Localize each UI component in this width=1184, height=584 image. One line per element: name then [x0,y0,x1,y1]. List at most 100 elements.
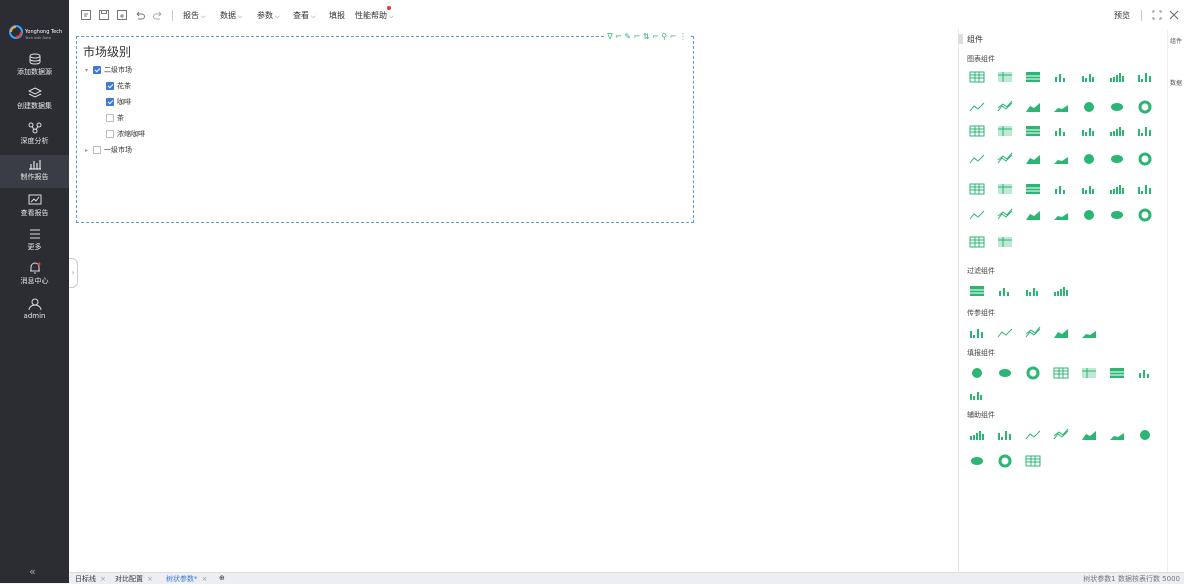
component-icon[interactable] [1053,326,1069,340]
component-icon[interactable] [997,208,1013,222]
component-icon[interactable] [1081,152,1097,166]
tree-node-flower-tea[interactable]: 花茶 [106,81,131,91]
tree-node-level2[interactable]: ▾ 二级市场 [85,65,132,75]
component-icon[interactable] [1053,366,1069,380]
component-icon[interactable] [1109,366,1125,380]
menu-param[interactable]: 参数 ⌵ [257,10,280,21]
menu-view[interactable]: 查看 ⌵ [293,10,316,21]
menu-report[interactable]: 报告 ⌵ [183,10,206,21]
component-icon[interactable] [1053,124,1069,138]
component-icon[interactable] [1081,100,1097,114]
tree-filter-widget[interactable]: 市场级别 ∇ ⌐ ✎ ⌐ ⇅ ⌐ ⚲ ⌐ ⋮ ▾ 二级市场 花茶 咖啡 茶 浓缩咖… [76,32,694,223]
add-tab-icon[interactable]: ⊕ [219,574,225,582]
redo-icon[interactable] [152,9,164,21]
component-icon[interactable] [1137,182,1153,196]
component-icon[interactable] [1137,208,1153,222]
component-icon[interactable] [1025,124,1041,138]
component-icon[interactable] [997,70,1013,84]
component-icon[interactable] [1025,454,1041,468]
component-icon[interactable] [969,70,985,84]
component-icon[interactable] [1081,428,1097,442]
component-icon[interactable] [997,454,1013,468]
save-as-icon[interactable] [116,9,128,21]
expand-arrow-icon[interactable]: ▸ [85,147,93,154]
component-icon[interactable] [1025,428,1041,442]
checkbox[interactable] [106,98,114,106]
component-icon[interactable] [997,366,1013,380]
sidebar-item-create-dataset[interactable]: 创建数据集 [0,87,69,111]
tree-node-tea[interactable]: 茶 [106,113,124,123]
sidebar-item-deep-analysis[interactable]: 深度分析 [0,122,69,146]
component-icon[interactable] [1137,152,1153,166]
component-icon[interactable] [1025,152,1041,166]
checkbox[interactable] [106,114,114,122]
component-icon[interactable] [1137,428,1153,442]
menu-fill[interactable]: 填报 [329,10,345,21]
component-icon[interactable] [969,208,985,222]
component-icon[interactable] [1109,70,1125,84]
component-icon[interactable] [969,326,985,340]
checkbox[interactable] [106,130,114,138]
component-icon[interactable] [997,428,1013,442]
component-icon[interactable] [1137,70,1153,84]
component-icon[interactable] [1137,124,1153,138]
preview-button[interactable]: 预览 [1114,10,1130,21]
component-icon[interactable] [969,152,985,166]
component-icon[interactable] [1081,70,1097,84]
component-icon[interactable] [1053,182,1069,196]
close-tab-icon[interactable]: × [147,575,153,583]
sidebar-item-make-report[interactable]: 制作报告 [0,155,69,188]
component-icon[interactable] [969,388,985,402]
component-icon[interactable] [1081,182,1097,196]
component-icon[interactable] [1081,208,1097,222]
component-icon[interactable] [1137,366,1153,380]
close-tab-icon[interactable]: × [100,575,106,583]
component-icon[interactable] [969,366,985,380]
component-icon[interactable] [1025,366,1041,380]
component-icon[interactable] [997,235,1013,249]
component-icon[interactable] [997,152,1013,166]
rail-components-tab[interactable]: 组件 [1170,36,1182,45]
panel-collapse-handle[interactable] [959,34,963,44]
component-icon[interactable] [969,124,985,138]
save-icon[interactable] [98,9,110,21]
component-icon[interactable] [1109,124,1125,138]
component-icon[interactable] [969,235,985,249]
component-icon[interactable] [1109,152,1125,166]
collapse-sidebar-icon[interactable]: « [29,565,36,578]
component-icon[interactable] [1137,100,1153,114]
component-icon[interactable] [997,284,1013,298]
component-icon[interactable] [997,326,1013,340]
sidebar-item-messages[interactable]: 消息中心 [0,262,69,286]
checkbox[interactable] [93,146,101,154]
component-icon[interactable] [969,428,985,442]
component-icon[interactable] [969,284,985,298]
sidebar-item-add-datasource[interactable]: 添加数据源 [0,53,69,77]
component-icon[interactable] [1053,428,1069,442]
expand-arrow-icon[interactable]: ▾ [85,67,93,74]
component-icon[interactable] [1025,70,1041,84]
component-icon[interactable] [997,182,1013,196]
component-icon[interactable] [1081,124,1097,138]
component-icon[interactable] [1109,428,1125,442]
new-file-icon[interactable] [80,9,92,21]
component-icon[interactable] [969,100,985,114]
fullscreen-icon[interactable] [1151,9,1163,21]
sidebar-item-user[interactable]: admin [0,298,69,320]
expand-handle-icon[interactable]: › [69,258,78,288]
component-icon[interactable] [969,454,985,468]
rail-data-tab[interactable]: 数据 [1170,78,1182,87]
menu-performance-help[interactable]: 性能帮助 ⌵ [355,10,394,21]
sidebar-item-more[interactable]: 更多 [0,228,69,252]
sidebar-item-view-report[interactable]: 查看报告 [0,194,69,218]
component-icon[interactable] [1053,100,1069,114]
component-icon[interactable] [1109,182,1125,196]
component-icon[interactable] [1025,208,1041,222]
tree-node-espresso[interactable]: 浓缩咖啡 [106,129,145,139]
component-icon[interactable] [1053,284,1069,298]
tree-node-level1[interactable]: ▸ 一级市场 [85,145,132,155]
component-icon[interactable] [1053,208,1069,222]
checkbox[interactable] [106,82,114,90]
component-icon[interactable] [997,124,1013,138]
undo-icon[interactable] [134,9,146,21]
